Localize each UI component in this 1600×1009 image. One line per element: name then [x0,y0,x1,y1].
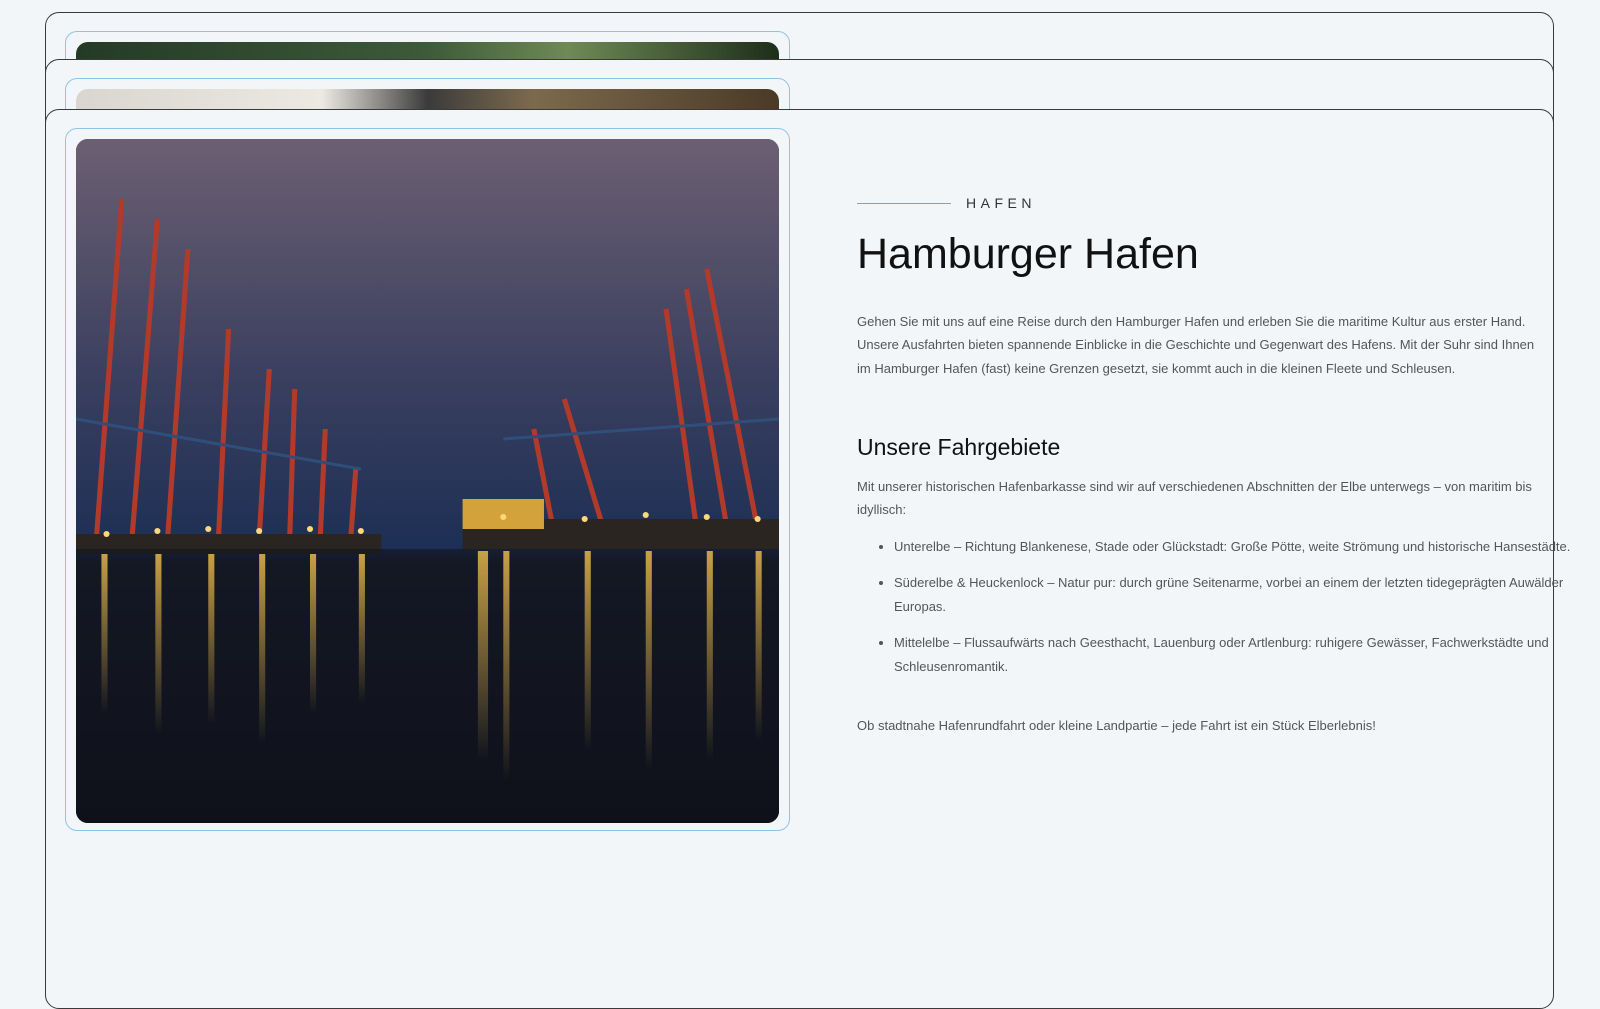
page-title: Hamburger Hafen [857,230,1199,278]
list-item: Mittelelbe – Flussaufwärts nach Geesthac… [894,631,1574,678]
section-card-hafen: HAFEN Hamburger Hafen Gehen Sie mit uns … [45,109,1570,1009]
section-subtitle: Unsere Fahrgebiete [857,434,1061,460]
harbour-night-illustration [76,139,779,823]
harbour-photo [76,139,779,823]
kicker-label: HAFEN [966,195,1036,211]
areas-list: Unterelbe – Richtung Blankenese, Stade o… [857,535,1574,691]
kicker-divider [857,202,951,204]
list-item: Süderelbe & Heuckenlock – Natur pur: dur… [894,571,1574,618]
closing-paragraph: Ob stadtnahe Hafenrundfahrt oder kleine … [857,718,1376,733]
list-item: Unterelbe – Richtung Blankenese, Stade o… [894,535,1574,558]
image-frame [65,128,790,831]
areas-description: Mit unserer historischen Hafenbarkasse s… [857,479,1532,518]
section-kicker: HAFEN [857,195,1036,211]
intro-paragraph: Gehen Sie mit uns auf eine Reise durch d… [857,314,1535,376]
